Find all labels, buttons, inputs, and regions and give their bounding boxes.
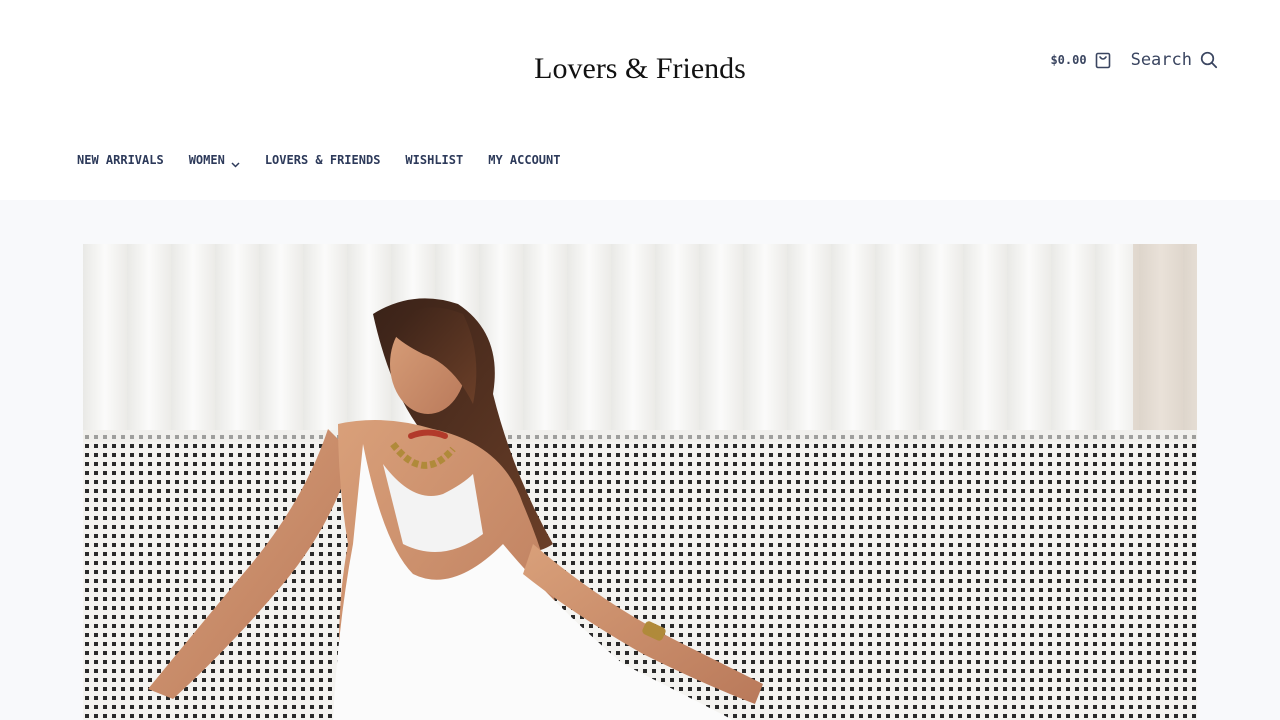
shopping-bag-icon — [1095, 51, 1111, 69]
nav-item-women[interactable]: WOMEN — [188, 153, 240, 168]
cart-button[interactable]: $0.00 — [1050, 51, 1110, 69]
site-header: Lovers & Friends $0.00 Search NEW ARRIVA… — [0, 0, 1280, 200]
nav-item-wishlist[interactable]: WISHLIST — [405, 153, 463, 167]
nav-item-label: LOVERS & FRIENDS — [264, 153, 381, 167]
header-actions: $0.00 Search — [1050, 46, 1218, 74]
chevron-down-icon — [231, 157, 240, 168]
search-button[interactable]: Search — [1131, 50, 1218, 70]
nav-item-label: MY ACCOUNT — [488, 153, 561, 167]
main-content — [0, 200, 1280, 720]
nav-item-new-arrivals[interactable]: NEW ARRIVALS — [77, 153, 164, 167]
main-navigation: NEW ARRIVALS WOMEN LOVERS & FRIENDS WISH… — [77, 151, 585, 169]
hero-image[interactable] — [83, 244, 1197, 720]
search-icon — [1200, 51, 1218, 69]
nav-item-label: WISHLIST — [405, 153, 464, 167]
nav-item-label: WOMEN — [188, 153, 225, 167]
nav-item-lovers-and-friends[interactable]: LOVERS & FRIENDS — [265, 153, 381, 167]
cart-total: $0.00 — [1050, 53, 1087, 67]
nav-item-my-account[interactable]: MY ACCOUNT — [488, 153, 560, 167]
nav-item-label: NEW ARRIVALS — [77, 153, 164, 167]
hero-photo-illustration — [83, 244, 1197, 720]
search-label: Search — [1130, 50, 1192, 70]
